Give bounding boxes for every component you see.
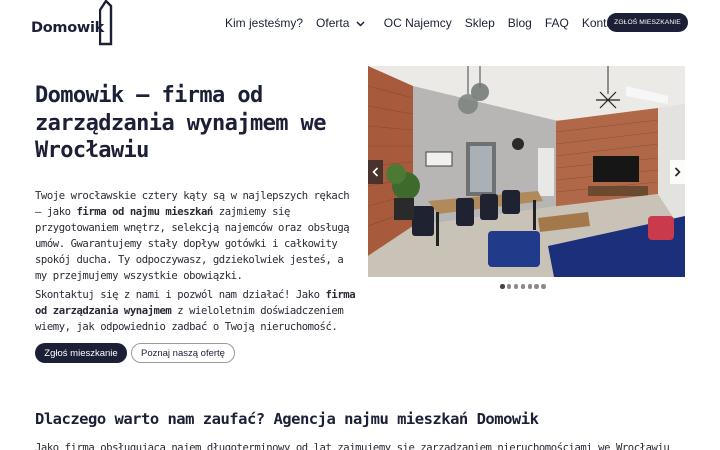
slider-dot[interactable] xyxy=(541,284,546,289)
slider-dots xyxy=(500,284,548,289)
house-logo-icon xyxy=(99,0,113,46)
report-apartment-button[interactable]: Zgłoś mieszkanie xyxy=(35,343,127,363)
hero-paragraph-2: Skontaktuj się z nami i pozwól nam dział… xyxy=(35,289,356,333)
chevron-right-icon xyxy=(674,167,681,177)
slider-dot[interactable] xyxy=(527,284,533,289)
chevron-down-icon xyxy=(356,21,365,27)
apartment-photo xyxy=(368,66,685,277)
slider-dot[interactable] xyxy=(520,284,526,289)
chevron-left-icon xyxy=(372,167,379,177)
apartment-slider xyxy=(368,66,685,277)
main-nav: Kim jesteśmy? Oferta OC Najemcy Sklep Bl… xyxy=(225,15,636,31)
slider-dot[interactable] xyxy=(500,284,505,289)
nav-sklep[interactable]: Sklep xyxy=(465,16,495,30)
slider-prev-button[interactable] xyxy=(368,160,383,184)
section-paragraph: Jako firma obsługująca najem długotermin… xyxy=(35,442,670,450)
slider-dot[interactable] xyxy=(506,284,512,289)
nav-oferta-label: Oferta xyxy=(316,16,350,30)
section-title: Dlaczego warto nam zaufać? Agencja najmu… xyxy=(35,410,539,428)
slider-next-button[interactable] xyxy=(670,160,685,184)
slider-dot[interactable] xyxy=(534,284,539,289)
slider-dot[interactable] xyxy=(513,284,519,289)
nav-oc-najemcy[interactable]: OC Najemcy xyxy=(384,16,452,30)
nav-oferta[interactable]: Oferta xyxy=(316,16,365,30)
report-apartment-header-button[interactable]: ZGŁOŚ MIESZKANIE xyxy=(607,13,688,32)
see-offer-button[interactable]: Poznaj naszą ofertę xyxy=(131,343,235,363)
hero-title: Domowik – firma od zarządzania wynajmem … xyxy=(35,83,326,163)
hero-paragraph-1: Twoje wrocławskie cztery kąty są w najle… xyxy=(35,190,350,282)
logo-text: Domowik xyxy=(31,20,104,36)
nav-faq[interactable]: FAQ xyxy=(545,16,569,30)
logo[interactable]: Domowik xyxy=(31,0,113,46)
nav-blog[interactable]: Blog xyxy=(508,16,532,30)
nav-kim-jestesmy[interactable]: Kim jesteśmy? xyxy=(225,16,303,30)
site-header: Domowik Kim jesteśmy? Oferta OC Najemcy … xyxy=(0,0,720,48)
